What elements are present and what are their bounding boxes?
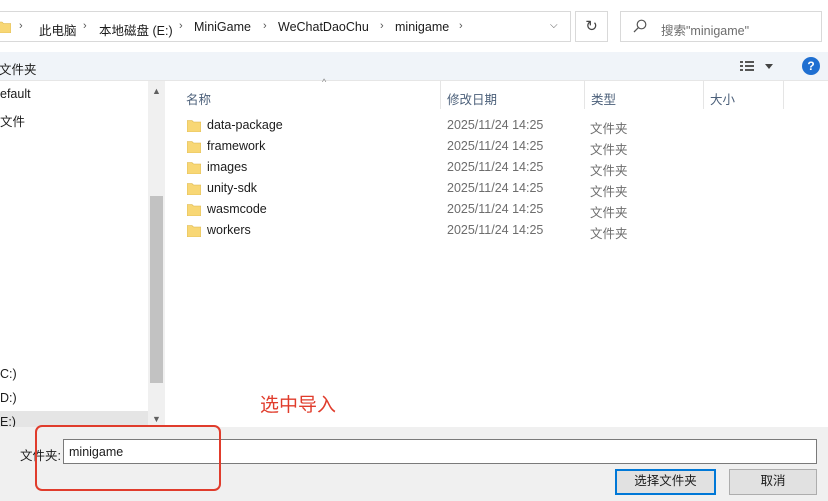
item-type: 文件夹 bbox=[590, 185, 628, 199]
column-header-label: 名称 bbox=[186, 93, 212, 107]
folder-icon bbox=[187, 225, 201, 237]
help-button[interactable]: ? bbox=[802, 57, 820, 75]
folder-icon bbox=[187, 120, 201, 132]
breadcrumb-wechatdaochu[interactable]: WeChatDaoChu bbox=[278, 20, 369, 34]
item-type: 文件夹 bbox=[590, 122, 628, 136]
column-header-date[interactable]: 修改日期 bbox=[441, 81, 585, 109]
table-row[interactable]: wasmcode 2025/11/24 14:25 文件夹 bbox=[165, 199, 828, 220]
refresh-icon: ↻ bbox=[585, 18, 598, 35]
folder-name: data-package bbox=[207, 118, 283, 132]
address-bar[interactable]: › 此电脑 › 本地磁盘 (E:) › MiniGame › WeChatDao… bbox=[0, 11, 571, 42]
breadcrumb-local-disk-e[interactable]: 本地磁盘 (E:) bbox=[99, 20, 173, 39]
modified-date: 2025/11/24 14:25 bbox=[447, 202, 544, 216]
modified-date: 2025/11/24 14:25 bbox=[447, 139, 544, 153]
nav-scrollbar[interactable]: ▲ ▼ bbox=[148, 81, 165, 427]
nav-item-label: 文件 bbox=[0, 115, 26, 129]
folder-icon bbox=[187, 162, 201, 174]
table-row[interactable]: data-package 2025/11/24 14:25 文件夹 bbox=[165, 115, 828, 136]
item-type: 文件夹 bbox=[590, 206, 628, 220]
annotation-text: 选中导入 bbox=[260, 395, 337, 416]
column-header-size[interactable]: 大小 bbox=[704, 81, 784, 109]
search-icon bbox=[633, 19, 647, 33]
nav-item-files[interactable]: 文件 bbox=[0, 107, 148, 129]
select-folder-button[interactable]: 选择文件夹 bbox=[615, 469, 716, 495]
breadcrumb-minigame[interactable]: minigame bbox=[395, 20, 449, 34]
cancel-button[interactable]: 取消 bbox=[729, 469, 817, 495]
folder-name: workers bbox=[207, 223, 251, 237]
breadcrumb-this-pc[interactable]: 此电脑 bbox=[39, 20, 77, 39]
table-row[interactable]: framework 2025/11/24 14:25 文件夹 bbox=[165, 136, 828, 157]
modified-date: 2025/11/24 14:25 bbox=[447, 118, 544, 132]
item-type: 文件夹 bbox=[590, 143, 628, 157]
folder-icon bbox=[187, 204, 201, 216]
new-folder-button[interactable]: 文件夹 bbox=[0, 59, 37, 78]
table-row[interactable]: unity-sdk 2025/11/24 14:25 文件夹 bbox=[165, 178, 828, 199]
folder-icon bbox=[0, 21, 11, 33]
nav-item-drive-d[interactable]: D:) bbox=[0, 387, 148, 409]
scroll-up-icon[interactable]: ▲ bbox=[148, 83, 165, 100]
folder-name: wasmcode bbox=[207, 202, 267, 216]
highlight-box bbox=[35, 425, 221, 491]
column-header-type[interactable]: 类型 bbox=[585, 81, 704, 109]
folder-name: images bbox=[207, 160, 248, 174]
refresh-button[interactable]: ↻ bbox=[575, 11, 608, 42]
chevron-icon[interactable]: › bbox=[19, 20, 23, 32]
item-type: 文件夹 bbox=[590, 164, 628, 178]
chevron-down-icon[interactable]: ⌵ bbox=[550, 20, 558, 31]
column-header-label: 类型 bbox=[591, 93, 617, 107]
toolbar: 文件夹 ? bbox=[0, 52, 828, 81]
item-type: 文件夹 bbox=[590, 227, 628, 241]
nav-item-drive-c[interactable]: C:) bbox=[0, 363, 148, 385]
chevron-icon[interactable]: › bbox=[459, 20, 463, 32]
nav-item-label: efault bbox=[0, 87, 31, 101]
table-row[interactable]: workers 2025/11/24 14:25 文件夹 bbox=[165, 220, 828, 241]
folder-icon bbox=[187, 141, 201, 153]
column-header-label: 大小 bbox=[710, 93, 736, 107]
modified-date: 2025/11/24 14:25 bbox=[447, 160, 544, 174]
search-input[interactable]: 搜索"minigame" bbox=[620, 11, 822, 42]
folder-name: unity-sdk bbox=[207, 181, 258, 195]
breadcrumb-minigame-root[interactable]: MiniGame bbox=[194, 20, 251, 34]
nav-item-label: D:) bbox=[0, 391, 17, 405]
folder-name: framework bbox=[207, 139, 266, 153]
nav-item-default[interactable]: efault bbox=[0, 83, 148, 105]
address-row: › 此电脑 › 本地磁盘 (E:) › MiniGame › WeChatDao… bbox=[0, 0, 828, 52]
search-placeholder: 搜索"minigame" bbox=[661, 24, 750, 38]
nav-item-label: C:) bbox=[0, 367, 17, 381]
scrollbar-thumb[interactable] bbox=[150, 196, 163, 383]
chevron-icon[interactable]: › bbox=[380, 20, 384, 32]
table-row[interactable]: images 2025/11/24 14:25 文件夹 bbox=[165, 157, 828, 178]
navigation-pane: efault 文件 C:) D:) E:) bbox=[0, 81, 148, 433]
chevron-icon[interactable]: › bbox=[83, 20, 87, 32]
chevron-icon[interactable]: › bbox=[263, 20, 267, 32]
column-header-label: 修改日期 bbox=[447, 93, 498, 107]
column-header-name[interactable]: ^ 名称 bbox=[180, 77, 441, 109]
sort-ascending-icon: ^ bbox=[322, 77, 327, 87]
folder-icon bbox=[187, 183, 201, 195]
chevron-icon[interactable]: › bbox=[179, 20, 183, 32]
modified-date: 2025/11/24 14:25 bbox=[447, 223, 544, 237]
modified-date: 2025/11/24 14:25 bbox=[447, 181, 544, 195]
view-options-icon[interactable] bbox=[738, 58, 778, 75]
file-list: ^ 名称 修改日期 类型 大小 data-package 2025/11/24 … bbox=[165, 77, 828, 427]
